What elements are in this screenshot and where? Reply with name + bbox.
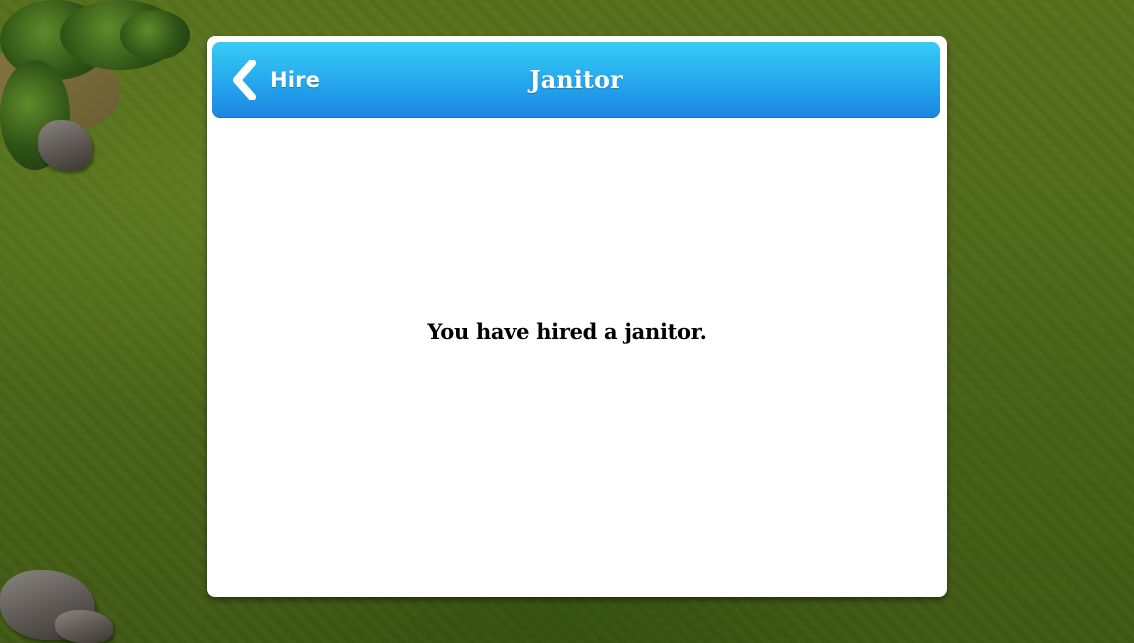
dialog-header: Hire Janitor: [212, 42, 940, 118]
back-button-label: Hire: [270, 68, 321, 92]
bush: [120, 10, 190, 60]
dialog-title: Janitor: [529, 65, 623, 94]
back-button[interactable]: Hire: [230, 58, 320, 102]
hire-confirmation-message: You have hired a janitor.: [427, 319, 707, 344]
rock: [55, 610, 113, 643]
chevron-left-icon: [230, 59, 260, 101]
dialog-panel: Hire Janitor You have hired a janitor.: [207, 36, 947, 597]
